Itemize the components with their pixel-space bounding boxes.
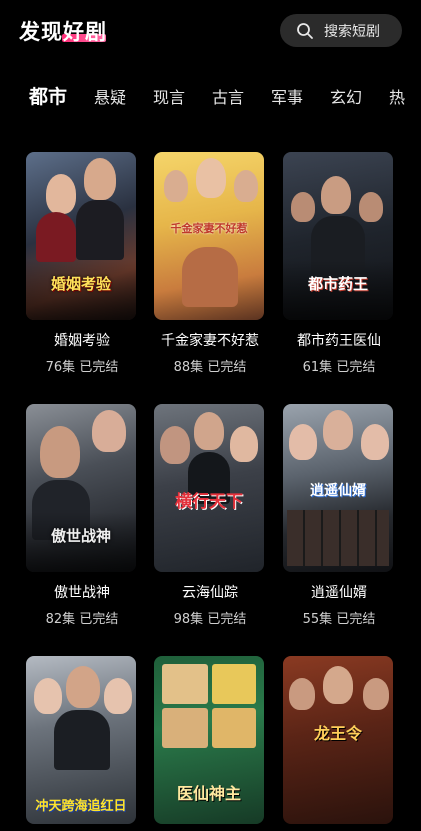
drama-poster[interactable]: 傲世战神 bbox=[26, 404, 136, 572]
poster-title-text: 龙王令 bbox=[313, 724, 362, 743]
drama-poster[interactable]: 婚姻考验 bbox=[26, 152, 136, 320]
poster-title-text: 傲世战神 bbox=[50, 527, 111, 545]
character-figure bbox=[321, 176, 351, 214]
search-placeholder: 搜索短剧 bbox=[324, 23, 380, 40]
search-icon bbox=[297, 22, 313, 39]
episode-count: 55集 bbox=[302, 612, 333, 627]
drama-meta: 88集 已完结 bbox=[154, 356, 266, 375]
drama-poster[interactable]: 医仙神主 bbox=[154, 656, 264, 824]
poster-title-text: 冲天跨海追红日 bbox=[35, 799, 127, 814]
tab-xuanhuan[interactable]: 玄幻 bbox=[330, 84, 362, 108]
drama-card[interactable]: 傲世战神 傲世战神 82集 已完结 bbox=[26, 404, 138, 627]
character-body bbox=[182, 247, 238, 307]
drama-title[interactable]: 都市药王医仙 bbox=[283, 330, 395, 350]
poster-panel bbox=[212, 708, 256, 748]
episode-count: 82集 bbox=[45, 612, 76, 627]
character-figure bbox=[84, 158, 116, 200]
character-figure bbox=[289, 678, 315, 710]
character-figure bbox=[34, 678, 62, 714]
character-figure bbox=[361, 424, 389, 460]
drama-card[interactable]: 逍遥仙婿 逍遥仙婿 55集 已完结 bbox=[283, 404, 395, 627]
drama-card[interactable]: 千金家妻不好惹 千金家妻不好惹 88集 已完结 bbox=[154, 152, 266, 375]
drama-meta: 76集 已完结 bbox=[26, 356, 138, 375]
tab-junshi[interactable]: 军事 bbox=[271, 84, 303, 108]
drama-poster[interactable]: 都市药王 bbox=[283, 152, 393, 320]
completion-status: 已完结 bbox=[336, 360, 376, 375]
drama-card[interactable]: 冲天跨海追红日 bbox=[26, 656, 138, 824]
character-figure bbox=[66, 666, 100, 708]
completion-status: 已完结 bbox=[79, 360, 119, 375]
drama-card[interactable]: 医仙神主 bbox=[154, 656, 266, 824]
character-figure bbox=[234, 170, 258, 202]
character-figure bbox=[46, 174, 76, 214]
drama-poster[interactable]: 冲天跨海追红日 bbox=[26, 656, 136, 824]
drama-poster[interactable]: 千金家妻不好惹 bbox=[154, 152, 264, 320]
character-body bbox=[36, 212, 76, 262]
drama-meta: 61集 已完结 bbox=[283, 356, 395, 375]
character-figure bbox=[323, 410, 353, 450]
drama-meta: 98集 已完结 bbox=[154, 608, 266, 627]
character-body bbox=[76, 200, 124, 260]
poster-title-text: 都市药王 bbox=[307, 275, 368, 293]
search-button[interactable]: 搜索短剧 bbox=[280, 14, 402, 47]
drama-card[interactable]: 龙王令 bbox=[283, 656, 395, 824]
character-figure bbox=[359, 192, 383, 222]
tab-re[interactable]: 热 bbox=[389, 84, 405, 108]
episode-count: 88集 bbox=[173, 360, 204, 375]
character-figure bbox=[289, 424, 317, 460]
poster-panel bbox=[162, 664, 208, 704]
character-figure bbox=[230, 426, 258, 462]
drama-meta: 55集 已完结 bbox=[283, 608, 395, 627]
character-figure bbox=[164, 170, 188, 202]
drama-title[interactable]: 云海仙踪 bbox=[154, 582, 266, 602]
character-figure bbox=[194, 412, 224, 450]
tab-dushi[interactable]: 都市 bbox=[29, 82, 67, 109]
character-figure bbox=[104, 678, 132, 714]
poster-title-text: 逍遥仙婿 bbox=[310, 483, 366, 499]
title-area: 发现好剧 bbox=[0, 0, 130, 60]
character-figure bbox=[291, 192, 315, 222]
character-figure bbox=[196, 158, 226, 198]
completion-status: 已完结 bbox=[207, 360, 247, 375]
drama-title[interactable]: 傲世战神 bbox=[26, 582, 138, 602]
poster-panel bbox=[212, 664, 256, 704]
completion-status: 已完结 bbox=[79, 612, 119, 627]
poster-title-text: 医仙神主 bbox=[176, 784, 241, 803]
poster-cast-strip bbox=[287, 510, 389, 566]
drama-card[interactable]: 都市药王 都市药王医仙 61集 已完结 bbox=[283, 152, 395, 375]
drama-meta: 82集 已完结 bbox=[26, 608, 138, 627]
character-body bbox=[54, 710, 110, 770]
tab-xuanyi[interactable]: 悬疑 bbox=[94, 84, 126, 108]
completion-status: 已完结 bbox=[336, 612, 376, 627]
poster-title-text: 千金家妻不好惹 bbox=[170, 222, 248, 235]
character-figure bbox=[363, 678, 389, 710]
drama-title[interactable]: 千金家妻不好惹 bbox=[154, 330, 266, 350]
episode-count: 76集 bbox=[45, 360, 76, 375]
character-figure bbox=[92, 410, 126, 452]
top-bar: 发现好剧 搜索短剧 bbox=[0, 0, 421, 62]
episode-count: 98集 bbox=[173, 612, 204, 627]
character-figure bbox=[40, 426, 80, 478]
character-figure bbox=[160, 426, 190, 464]
poster-title-text: 横行天下 bbox=[175, 492, 243, 512]
category-tabs: 都市 悬疑 现言 古言 军事 玄幻 热 bbox=[0, 80, 421, 114]
tab-xianyan[interactable]: 现言 bbox=[153, 84, 185, 108]
drama-title[interactable]: 逍遥仙婿 bbox=[283, 582, 395, 602]
page-title: 发现好剧 bbox=[19, 20, 107, 44]
character-figure bbox=[323, 666, 353, 704]
drama-poster[interactable]: 横行天下 bbox=[154, 404, 264, 572]
completion-status: 已完结 bbox=[207, 612, 247, 627]
drama-poster[interactable]: 逍遥仙婿 bbox=[283, 404, 393, 572]
drama-card[interactable]: 横行天下 云海仙踪 98集 已完结 bbox=[154, 404, 266, 627]
poster-panel bbox=[162, 708, 208, 748]
drama-poster[interactable]: 龙王令 bbox=[283, 656, 393, 824]
episode-count: 61集 bbox=[302, 360, 333, 375]
tab-guyan[interactable]: 古言 bbox=[212, 84, 244, 108]
drama-title[interactable]: 婚姻考验 bbox=[26, 330, 138, 350]
drama-card[interactable]: 婚姻考验 婚姻考验 76集 已完结 bbox=[26, 152, 138, 375]
poster-title-text: 婚姻考验 bbox=[50, 275, 111, 293]
